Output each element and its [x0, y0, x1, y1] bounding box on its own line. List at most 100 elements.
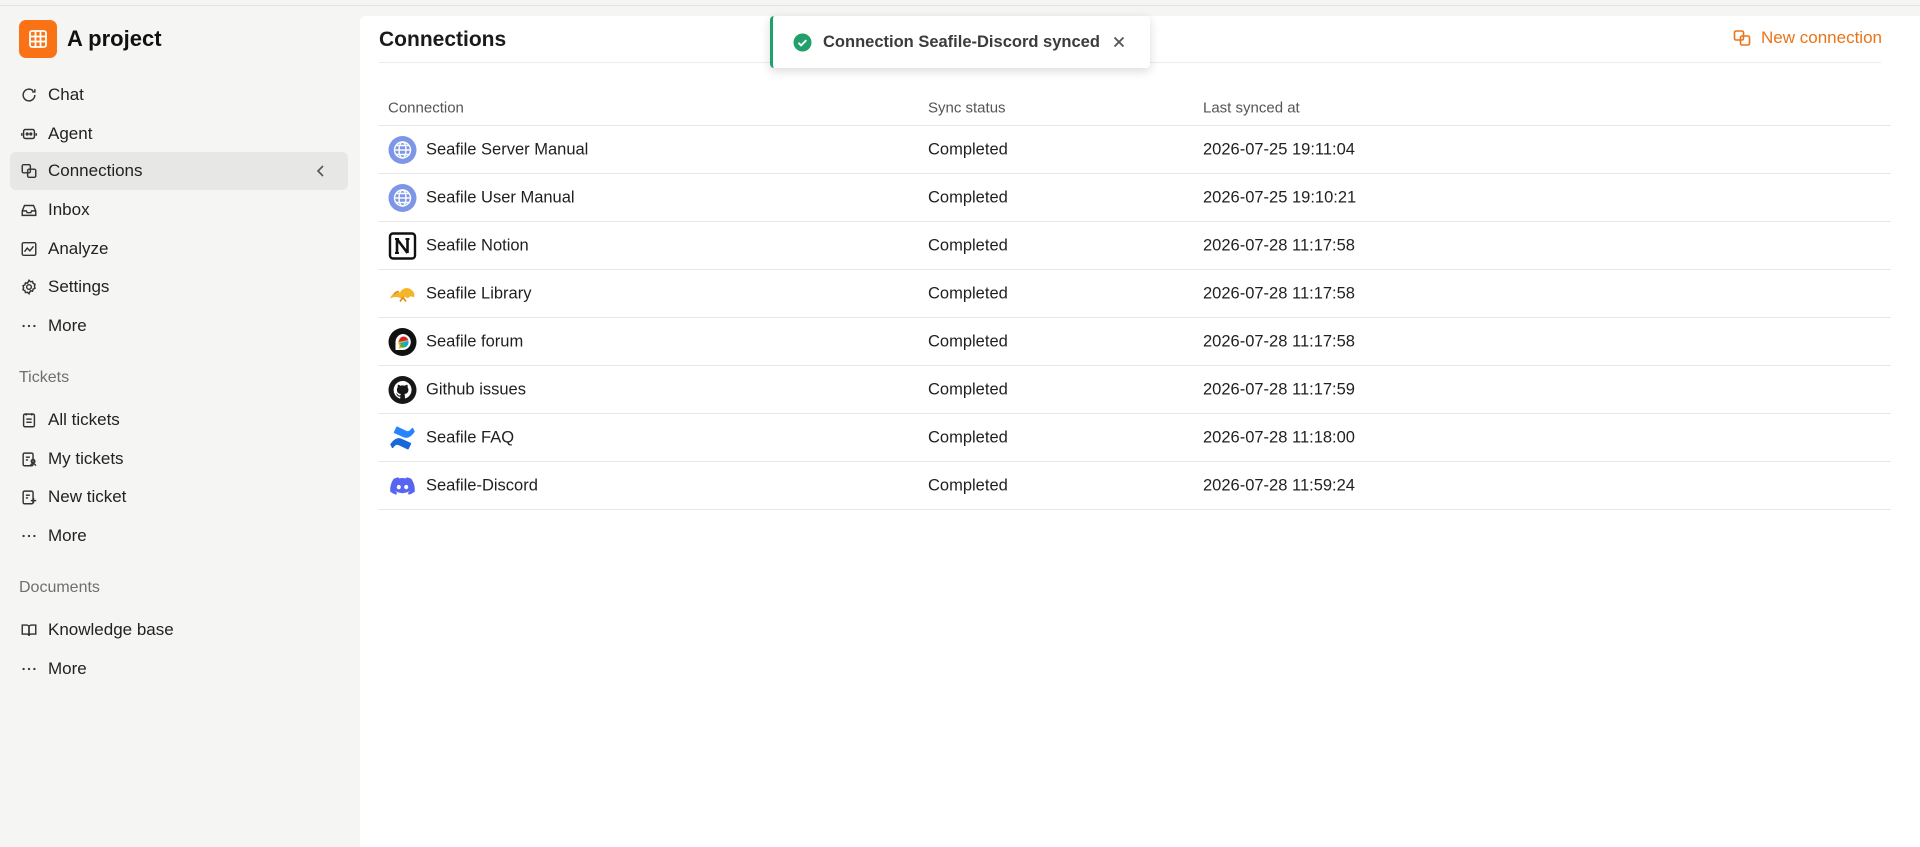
- chat-icon: [19, 85, 39, 105]
- sync-status: Completed: [928, 236, 1008, 254]
- column-header-connection[interactable]: Connection: [388, 99, 464, 116]
- more-icon: [19, 526, 39, 546]
- last-synced-at: 2026-07-28 11:59:24: [1203, 476, 1355, 494]
- connection-name-cell: Seafile Library: [388, 279, 531, 308]
- chevron-left-icon[interactable]: [312, 162, 330, 180]
- sidebar-item-label: Knowledge base: [48, 620, 174, 639]
- gear-icon: [19, 277, 39, 297]
- sidebar: A project Chat Agent Connections Inbox A…: [0, 6, 360, 847]
- sidebar-item-tickets-more[interactable]: More: [10, 517, 348, 555]
- sync-status: Completed: [928, 476, 1008, 494]
- table-row[interactable]: Seafile-Discord Completed 2026-07-28 11:…: [379, 462, 1891, 510]
- connection-name-cell: Seafile-Discord: [388, 471, 538, 500]
- table-header: Connection Sync status Last synced at: [379, 90, 1891, 126]
- sync-toast: Connection Seafile-Discord synced: [770, 16, 1150, 68]
- notion-icon: [388, 231, 417, 260]
- last-synced-at: 2026-07-25 19:10:21: [1203, 188, 1357, 206]
- connections-icon: [1733, 30, 1751, 46]
- table-row[interactable]: Seafile Notion Completed 2026-07-28 11:1…: [379, 222, 1891, 270]
- sidebar-item-knowledge-base[interactable]: Knowledge base: [10, 611, 348, 649]
- project-logo-icon: [19, 20, 57, 58]
- sync-status: Completed: [928, 428, 1008, 446]
- sidebar-item-label: Inbox: [48, 200, 90, 219]
- discord-icon: [388, 471, 417, 500]
- connection-name: Seafile Library: [426, 284, 532, 302]
- new-ticket-icon: [19, 487, 39, 507]
- sync-status: Completed: [928, 332, 1008, 350]
- connection-name-cell: Github issues: [388, 375, 526, 404]
- sidebar-item-label: Connections: [48, 161, 143, 180]
- sidebar-item-label: Analyze: [48, 239, 109, 258]
- github-icon: [388, 375, 417, 404]
- more-icon: [19, 659, 39, 679]
- connection-name-cell: Seafile Server Manual: [388, 135, 588, 164]
- connection-name-cell: Seafile forum: [388, 327, 523, 356]
- table-row[interactable]: Seafile FAQ Completed 2026-07-28 11:18:0…: [379, 414, 1891, 462]
- connection-name-cell: Seafile FAQ: [388, 423, 514, 452]
- sidebar-item-new-ticket[interactable]: New ticket: [10, 478, 348, 516]
- sidebar-item-my-tickets[interactable]: My tickets: [10, 440, 348, 478]
- sync-status: Completed: [928, 188, 1008, 206]
- discourse-icon: [388, 327, 417, 356]
- sync-status: Completed: [928, 380, 1008, 398]
- sidebar-item-connections[interactable]: Connections: [10, 152, 348, 190]
- last-synced-at: 2026-07-28 11:17:58: [1203, 284, 1355, 302]
- my-tickets-icon: [19, 449, 39, 469]
- new-connection-button[interactable]: New connection: [1732, 28, 1882, 48]
- project-switcher[interactable]: A project: [19, 20, 162, 58]
- all-tickets-icon: [19, 410, 39, 430]
- sidebar-item-label: My tickets: [48, 449, 124, 468]
- check-circle-icon: [793, 33, 812, 51]
- connection-name-cell: Seafile User Manual: [388, 183, 575, 212]
- sidebar-item-chat[interactable]: Chat: [10, 76, 348, 114]
- last-synced-at: 2026-07-28 11:17:58: [1203, 236, 1355, 254]
- confluence-icon: [388, 423, 417, 452]
- toast-message: Connection Seafile-Discord synced: [823, 32, 1100, 51]
- inbox-icon: [19, 200, 39, 220]
- connection-name: Seafile User Manual: [426, 188, 575, 206]
- more-icon: [19, 316, 39, 336]
- sidebar-item-documents-more[interactable]: More: [10, 650, 348, 688]
- globe-icon: [388, 183, 417, 212]
- connection-name: Github issues: [426, 380, 526, 398]
- sidebar-item-settings[interactable]: Settings: [10, 268, 348, 306]
- sync-status: Completed: [928, 284, 1008, 302]
- agent-icon: [19, 124, 39, 144]
- sidebar-item-label: More: [48, 659, 87, 678]
- column-header-last-synced[interactable]: Last synced at: [1203, 99, 1300, 116]
- seafile-icon: [388, 279, 417, 308]
- close-icon[interactable]: [1110, 33, 1128, 51]
- sidebar-item-inbox[interactable]: Inbox: [10, 191, 348, 229]
- column-header-sync-status[interactable]: Sync status: [928, 99, 1006, 116]
- sidebar-item-all-tickets[interactable]: All tickets: [10, 401, 348, 439]
- main-panel: Connections New connection Connection Sy…: [360, 16, 1920, 847]
- sidebar-item-label: Chat: [48, 85, 84, 104]
- sidebar-item-label: More: [48, 526, 87, 545]
- book-icon: [19, 620, 39, 640]
- sync-status: Completed: [928, 140, 1008, 158]
- sidebar-item-more[interactable]: More: [10, 307, 348, 345]
- sidebar-item-analyze[interactable]: Analyze: [10, 230, 348, 268]
- sidebar-item-agent[interactable]: Agent: [10, 115, 348, 153]
- last-synced-at: 2026-07-28 11:17:58: [1203, 332, 1355, 350]
- table-row[interactable]: Seafile User Manual Completed 2026-07-25…: [379, 174, 1891, 222]
- analyze-icon: [19, 239, 39, 259]
- connection-name: Seafile FAQ: [426, 428, 515, 446]
- connection-name: Seafile Server Manual: [426, 140, 589, 158]
- table-row[interactable]: Seafile Library Completed 2026-07-28 11:…: [379, 270, 1891, 318]
- connection-name: Seafile forum: [426, 332, 524, 350]
- connection-name: Seafile-Discord: [426, 476, 538, 494]
- page-title: Connections: [379, 28, 507, 51]
- project-name: A project: [67, 26, 162, 51]
- table-row[interactable]: Github issues Completed 2026-07-28 11:17…: [379, 366, 1891, 414]
- sidebar-item-label: All tickets: [48, 410, 120, 429]
- sidebar-item-label: New ticket: [48, 487, 127, 506]
- table-row[interactable]: Seafile Server Manual Completed 2026-07-…: [379, 126, 1891, 174]
- sidebar-item-label: More: [48, 316, 87, 335]
- connections-table: Connection Sync status Last synced at Se…: [379, 90, 1891, 510]
- table-row[interactable]: Seafile forum Completed 2026-07-28 11:17…: [379, 318, 1891, 366]
- new-connection-label: New connection: [1761, 28, 1882, 47]
- last-synced-at: 2026-07-28 11:18:00: [1203, 428, 1355, 446]
- section-label-documents: Documents: [19, 579, 100, 596]
- globe-icon: [388, 135, 417, 164]
